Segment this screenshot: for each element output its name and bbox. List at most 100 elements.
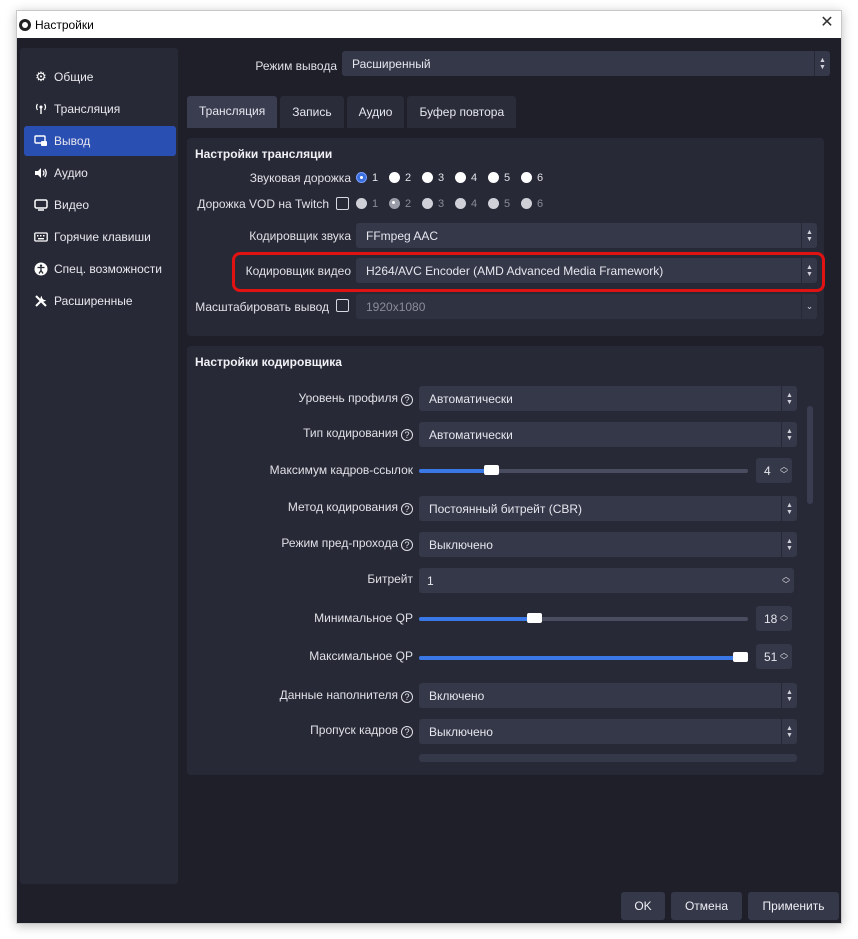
audio-track-radio-4[interactable] [455,172,466,183]
max-ref-frames-spinbox[interactable]: 4 ︿ ﹀ [756,458,792,483]
updown-arrows-icon: ▲ ▼ [781,683,797,708]
encoder-settings-scrollbar[interactable] [807,406,813,504]
next-setting-select-partial[interactable] [419,754,797,762]
sidebar-item-accessibility[interactable]: Спец. возможности [24,254,176,284]
radio-number: 6 [537,172,544,184]
close-icon[interactable]: ✕ [819,15,835,31]
monitor-icon [34,198,48,212]
frame-skipping-select[interactable]: Выключено ▲ ▼ [419,719,797,744]
frame-skipping-value: Выключено [429,724,493,739]
updown-arrows-icon[interactable]: ︿ ﹀ [778,458,790,483]
tab-replay-buffer[interactable]: Буфер повтора [407,96,517,128]
help-icon[interactable]: ? [401,726,413,738]
settings-window: Настройки ✕ ⚙ Общие Трансляция Вывод Ауд… [16,10,842,924]
audio-encoder-select[interactable]: FFmpeg AAC ▲ ▼ [356,223,817,248]
output-mode-value: Расширенный [352,56,431,71]
sidebar-item-hotkeys[interactable]: Горячие клавиши [24,222,176,252]
vod-track-label: Дорожка VOD на Twitch [197,197,329,211]
profile-level-text: Уровень профиля [298,391,398,405]
slider-handle[interactable] [484,465,500,475]
prepass-label: Режим пред-прохода? [187,536,413,551]
vod-track-radio-5[interactable] [488,198,499,209]
tab-stream[interactable]: Трансляция [187,96,278,128]
tab-recording[interactable]: Запись [280,96,344,128]
sidebar-item-general[interactable]: ⚙ Общие [24,62,176,92]
vod-track-radio-2[interactable] [389,198,400,209]
audio-track-radio-6[interactable] [521,172,532,183]
coding-type-value: Автоматически [429,427,513,442]
slider-handle[interactable] [527,613,543,623]
coding-type-select[interactable]: Автоматически ▲ ▼ [419,422,797,447]
prepass-text: Режим пред-прохода [281,536,398,550]
video-encoder-value: H264/AVC Encoder (AMD Advanced Media Fra… [366,263,664,278]
slider-handle[interactable] [733,652,748,662]
sidebar-item-stream[interactable]: Трансляция [24,94,176,124]
help-icon[interactable]: ? [401,503,413,515]
encoder-settings-title: Настройки кодировщика [195,355,342,369]
sidebar-item-label: Видео [54,198,90,212]
filler-data-select[interactable]: Включено ▲ ▼ [419,683,797,708]
vod-track-radio-6[interactable] [521,198,532,209]
radio-number: 2 [405,172,412,184]
audio-track-radio-2[interactable] [389,172,400,183]
audio-track-radio-3[interactable] [422,172,433,183]
min-qp-slider[interactable] [419,613,748,623]
ok-button[interactable]: OK [621,892,665,920]
speaker-icon [34,166,48,180]
sidebar-item-video[interactable]: Видео [24,190,176,220]
updown-arrows-icon[interactable]: ︿ ﹀ [778,606,790,631]
output-tabs: Трансляция Запись Аудио Буфер повтора [187,96,519,128]
output-mode-label: Режим вывода [255,59,337,73]
rate-control-label: Метод кодирования? [187,500,413,515]
profile-level-select[interactable]: Автоматически ▲ ▼ [419,386,797,411]
vod-track-radio-1[interactable] [356,198,367,209]
radio-number: 6 [537,198,544,210]
help-icon[interactable]: ? [401,429,413,441]
output-icon [34,134,48,148]
audio-encoder-label: Кодировщик звука [249,229,351,243]
sidebar-item-advanced[interactable]: Расширенные [24,286,176,316]
max-qp-slider[interactable] [419,652,748,662]
sidebar-item-label: Спец. возможности [54,262,162,276]
help-icon[interactable]: ? [401,394,413,406]
profile-level-label: Уровень профиля? [187,391,413,406]
help-icon[interactable]: ? [401,539,413,551]
rate-control-select[interactable]: Постоянный битрейт (CBR) ▲ ▼ [419,496,797,521]
sidebar-item-audio[interactable]: Аудио [24,158,176,188]
rescale-label: Масштабировать вывод [195,300,329,314]
vod-track-radio-3[interactable] [422,198,433,209]
audio-track-radio-5[interactable] [488,172,499,183]
sidebar-item-output[interactable]: Вывод [24,126,176,156]
max-qp-spinbox[interactable]: 51 ︿ ﹀ [756,644,792,669]
tools-icon [34,294,48,308]
audio-track-radio-1[interactable] [356,172,367,183]
min-qp-spinbox[interactable]: 18 ︿ ﹀ [756,606,792,631]
help-icon[interactable]: ? [401,691,413,703]
radio-number: 5 [504,172,511,184]
cancel-button[interactable]: Отмена [671,892,742,920]
vod-track-checkbox[interactable] [336,197,349,210]
rate-control-text: Метод кодирования [287,500,398,514]
slider-fill [419,617,535,621]
rescale-select[interactable]: 1920x1080 ⌄ [356,294,817,319]
radio-number: 5 [504,198,511,210]
max-qp-label: Максимальное QP [309,649,413,663]
chevron-down-icon: ⌄ [801,294,817,319]
video-encoder-label: Кодировщик видео [245,264,351,278]
output-mode-select[interactable]: Расширенный ▲ ▼ [342,51,830,76]
apply-button[interactable]: Применить [748,892,839,920]
gear-icon: ⚙ [35,69,47,84]
prepass-select[interactable]: Выключено ▲ ▼ [419,532,797,557]
updown-arrows-icon[interactable]: ︿ ﹀ [780,568,792,593]
updown-arrows-icon: ▲ ▼ [781,496,797,521]
updown-arrows-icon[interactable]: ︿ ﹀ [778,644,790,669]
max-ref-frames-slider[interactable] [419,465,748,475]
min-qp-label: Минимальное QP [314,611,413,625]
vod-track-radio-4[interactable] [455,198,466,209]
tab-audio[interactable]: Аудио [346,96,405,128]
rescale-checkbox[interactable] [336,299,349,312]
sidebar-item-label: Вывод [54,134,91,148]
video-encoder-select[interactable]: H264/AVC Encoder (AMD Advanced Media Fra… [356,258,817,283]
bitrate-spinbox[interactable]: 1 ︿ ﹀ [419,568,794,593]
updown-arrows-icon: ▲ ▼ [781,719,797,744]
